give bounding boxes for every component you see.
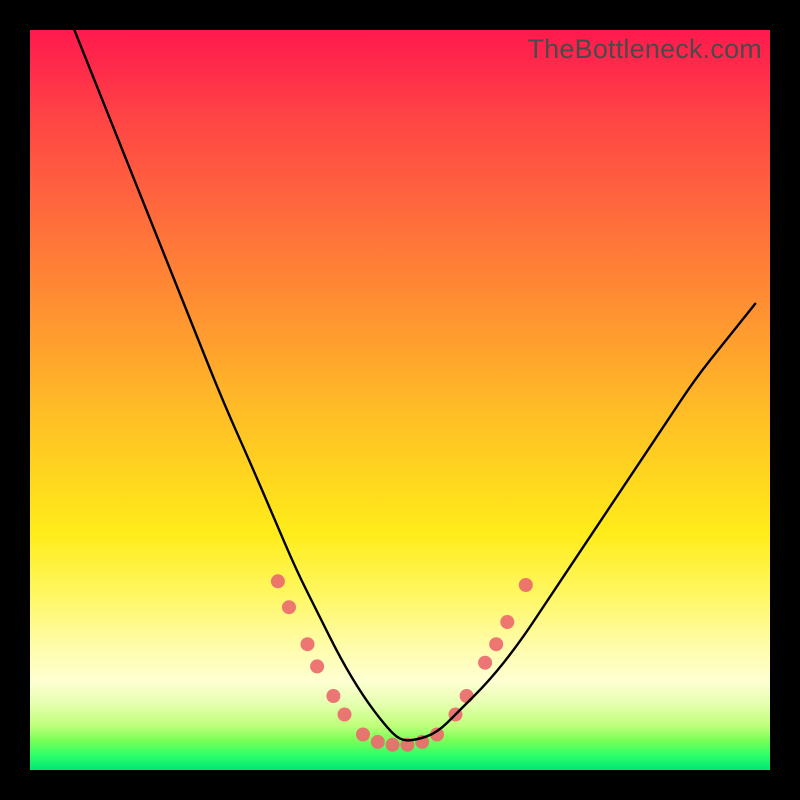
data-dot: [356, 728, 370, 742]
data-dot: [460, 689, 474, 703]
data-dot: [282, 600, 296, 614]
data-dot: [386, 738, 400, 752]
data-dots: [271, 574, 533, 752]
plot-area: TheBottleneck.com: [30, 30, 770, 770]
data-dot: [489, 637, 503, 651]
data-dot: [271, 574, 285, 588]
data-dot: [500, 615, 514, 629]
chart-overlay: [30, 30, 770, 770]
data-dot: [371, 735, 385, 749]
data-dot: [478, 656, 492, 670]
data-dot: [301, 637, 315, 651]
bottleneck-curve: [74, 30, 755, 740]
data-dot: [310, 659, 324, 673]
data-dot: [326, 689, 340, 703]
data-dot: [519, 578, 533, 592]
chart-frame: TheBottleneck.com: [0, 0, 800, 800]
data-dot: [338, 708, 352, 722]
